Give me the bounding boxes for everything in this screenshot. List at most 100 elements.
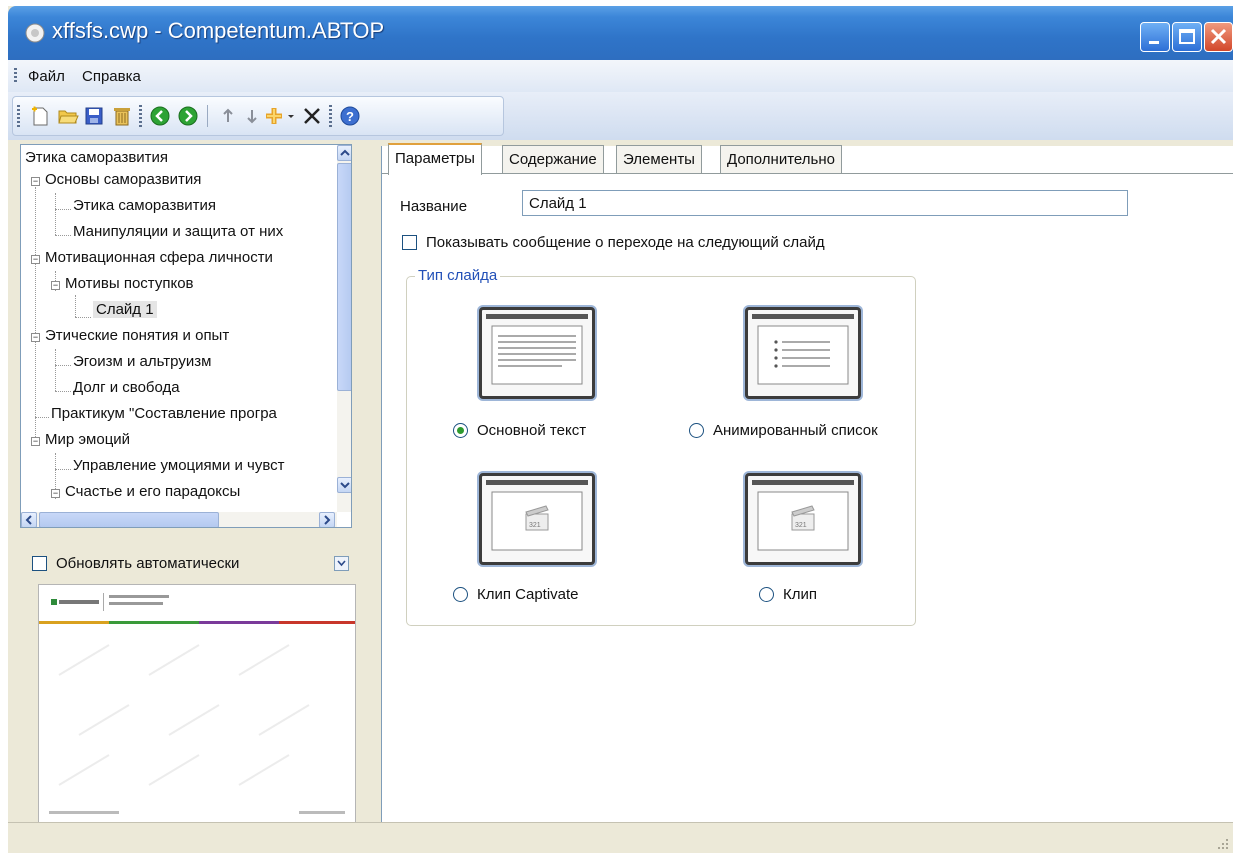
properties-panel: Параметры Содержание Элементы Дополнител… (381, 143, 1233, 830)
tree-connector (75, 317, 91, 318)
tree-item[interactable]: Этические понятия и опыт (45, 327, 229, 344)
course-tree[interactable]: Этика саморазвития − Основы саморазвития… (20, 144, 352, 528)
add-icon (266, 108, 294, 124)
slide-type-group: Тип слайда Основной текст Анимированный … (406, 267, 916, 626)
tree-item[interactable]: Мотивы поступков (65, 275, 194, 292)
option-animated-list-label: Анимированный список (713, 422, 878, 439)
title-bar[interactable]: xffsfs.cwp - Competentum.АВТОР (8, 6, 1233, 60)
delete-file-button[interactable] (109, 103, 135, 129)
collapse-icon[interactable]: − (31, 177, 40, 186)
tree-item[interactable]: Мир эмоций (45, 431, 130, 448)
menu-help[interactable]: Справка (82, 68, 141, 85)
tree-connector (55, 193, 56, 235)
collapse-icon[interactable]: − (31, 255, 40, 264)
tree-item[interactable]: Мотивационная сфера личности (45, 249, 273, 266)
chevron-up-icon (340, 149, 350, 156)
maximize-icon (1179, 29, 1195, 44)
tree-item-selected[interactable]: Слайд 1 (93, 301, 157, 318)
save-button[interactable] (81, 103, 107, 129)
option-captivate-radio[interactable] (453, 587, 468, 602)
option-animated-list-radio[interactable] (689, 423, 704, 438)
move-down-icon (247, 110, 257, 124)
collapse-icon[interactable]: − (51, 489, 60, 498)
scroll-up-button[interactable] (337, 145, 351, 161)
tab-advanced[interactable]: Дополнительно (720, 145, 842, 173)
tree-item-root[interactable]: Этика саморазвития (25, 149, 168, 166)
clip-badge: 321 (795, 522, 807, 529)
tree-item[interactable]: Управление умоциями и чувст (73, 457, 285, 474)
show-message-checkbox[interactable] (402, 235, 417, 250)
open-button[interactable] (55, 103, 81, 129)
new-button[interactable] (27, 103, 53, 129)
slide-type-captivate-thumb[interactable]: 321 (479, 473, 595, 565)
move-down-button[interactable] (239, 103, 265, 129)
toolbar-separator (329, 105, 332, 127)
add-dropdown-button[interactable] (263, 103, 297, 129)
remove-button[interactable] (299, 103, 325, 129)
move-up-button[interactable] (215, 103, 241, 129)
scroll-right-button[interactable] (319, 512, 335, 527)
clip-layout-icon: 321 (486, 480, 588, 551)
collapse-icon[interactable]: − (31, 333, 40, 342)
tree-item[interactable]: Долг и свобода (73, 379, 180, 396)
tree-horizontal-scrollbar[interactable] (21, 512, 337, 527)
resize-grip-icon[interactable] (1217, 838, 1229, 850)
menu-file[interactable]: Файл (28, 68, 65, 85)
maximize-button[interactable] (1172, 22, 1202, 52)
minimize-button[interactable] (1140, 22, 1170, 52)
toolbar-separator (139, 105, 142, 127)
show-message-label: Показывать сообщение о переходе на следу… (426, 234, 825, 251)
option-main-text-radio[interactable] (453, 423, 468, 438)
close-button[interactable] (1204, 22, 1233, 52)
tree-item[interactable]: Манипуляции и защита от них (73, 223, 283, 240)
slide-type-clip-thumb[interactable]: 321 (745, 473, 861, 565)
scroll-down-button[interactable] (337, 477, 351, 493)
option-clip-radio[interactable] (759, 587, 774, 602)
scroll-thumb[interactable] (337, 163, 351, 391)
text-layout-icon (486, 314, 588, 385)
forward-button[interactable] (175, 103, 201, 129)
list-layout-icon (752, 314, 854, 385)
tree-item[interactable]: Практикум "Составление програ (51, 405, 277, 422)
new-icon (32, 106, 48, 126)
toolbar-band: ? (8, 92, 1233, 140)
auto-update-label: Обновлять автоматически (56, 555, 240, 572)
name-input[interactable]: Слайд 1 (522, 190, 1128, 216)
tree-item[interactable]: Эгоизм и альтруизм (73, 353, 211, 370)
back-button[interactable] (147, 103, 173, 129)
help-button[interactable]: ? (337, 103, 363, 129)
collapse-preview-button[interactable] (334, 556, 349, 571)
app-window: xffsfs.cwp - Competentum.АВТОР Файл Спра… (8, 6, 1233, 853)
tree-connector (35, 187, 36, 439)
tree-connector (55, 209, 71, 210)
remove-icon (304, 108, 320, 124)
tree-item[interactable]: Основы саморазвития (45, 171, 201, 188)
minimize-icon (1149, 41, 1159, 44)
menu-grip[interactable] (14, 68, 17, 84)
svg-text:?: ? (346, 109, 354, 124)
tree-connector (55, 391, 71, 392)
scroll-thumb[interactable] (39, 512, 219, 527)
collapse-icon[interactable]: − (51, 281, 60, 290)
help-icon: ? (340, 106, 360, 126)
forward-icon (178, 106, 198, 126)
scroll-left-button[interactable] (21, 512, 37, 527)
tab-parameters[interactable]: Параметры (388, 143, 482, 175)
toolbar-grip[interactable] (17, 105, 20, 127)
auto-update-checkbox[interactable] (32, 556, 47, 571)
tree-item[interactable]: Этика саморазвития (73, 197, 216, 214)
slide-type-list-thumb[interactable] (745, 307, 861, 399)
toolbar: ? (12, 96, 504, 136)
tree-connector (55, 349, 56, 391)
tab-content[interactable]: Содержание (502, 145, 604, 173)
chevron-down-icon (337, 560, 346, 567)
tab-elements[interactable]: Элементы (616, 145, 702, 173)
save-icon (85, 107, 103, 125)
slide-type-text-thumb[interactable] (479, 307, 595, 399)
name-label: Название (400, 198, 468, 215)
chevron-down-icon (340, 482, 350, 489)
tree-item[interactable]: Счастье и его парадоксы (65, 483, 240, 500)
collapse-icon[interactable]: − (31, 437, 40, 446)
tree-vertical-scrollbar[interactable] (337, 145, 351, 512)
status-bar (8, 822, 1233, 853)
